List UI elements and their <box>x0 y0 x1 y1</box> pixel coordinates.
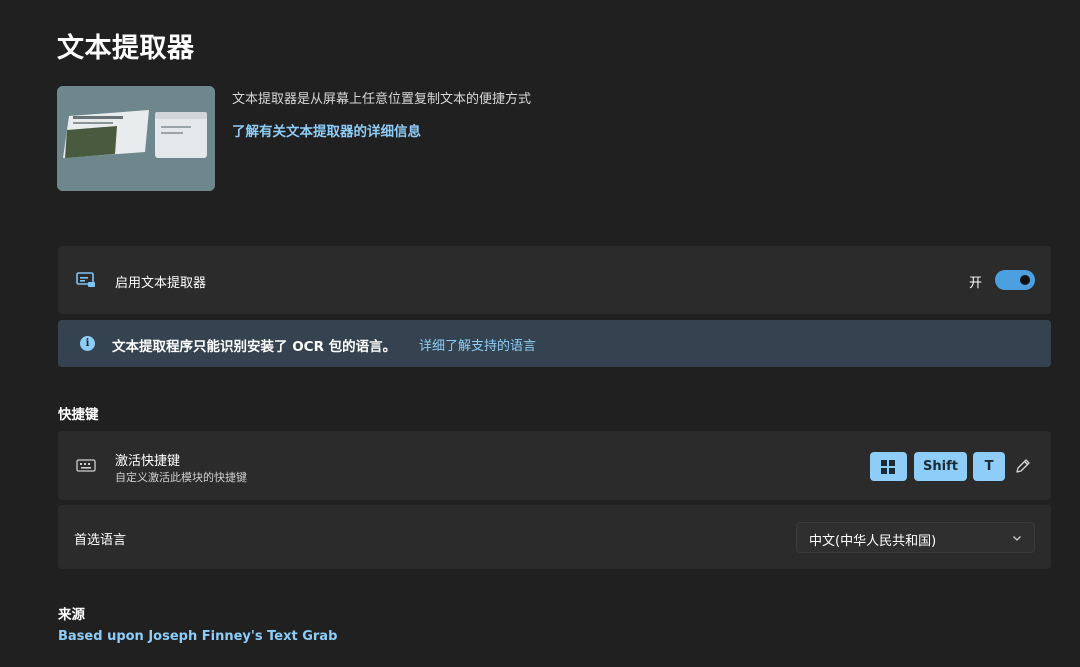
preferred-language-label: 首选语言 <box>74 533 127 548</box>
settings-page: 文本提取器 文本提取器是从屏幕上任意位置复制文本的便捷方式 了解有关文本提取器的… <box>0 0 1080 667</box>
supported-languages-link[interactable]: 详细了解支持的语言 <box>419 335 536 354</box>
preferred-language-dropdown[interactable]: 中文(中华人民共和国) <box>796 522 1035 553</box>
enable-label: 启用文本提取器 <box>115 276 207 291</box>
keyboard-icon <box>76 459 96 472</box>
windows-logo-icon <box>881 460 895 474</box>
chevron-down-icon <box>1013 536 1021 541</box>
key-windows <box>870 452 907 481</box>
key-shift: Shift <box>914 452 967 481</box>
enable-card: 启用文本提取器 开 <box>58 246 1051 314</box>
edit-pencil-icon[interactable] <box>1014 457 1032 475</box>
preferred-language-card: 首选语言 中文(中华人民共和国) <box>58 505 1051 569</box>
hero-illustration <box>57 86 215 191</box>
info-message: 文本提取程序只能识别安装了 OCR 包的语言。 <box>112 339 397 355</box>
shortcuts-section-title: 快捷键 <box>58 407 99 423</box>
toggle-knob <box>1020 275 1030 285</box>
key-t: T <box>973 452 1005 481</box>
text-extractor-icon <box>76 272 95 287</box>
text-grab-link[interactable]: Based upon Joseph Finney's Text Grab <box>58 629 337 644</box>
hero-description: 文本提取器是从屏幕上任意位置复制文本的便捷方式 <box>232 92 532 107</box>
page-title: 文本提取器 <box>57 33 195 64</box>
learn-more-link[interactable]: 了解有关文本提取器的详细信息 <box>232 120 421 140</box>
source-section-title: 来源 <box>58 607 85 623</box>
selected-language: 中文(中华人民共和国) <box>809 534 937 549</box>
activation-shortcut-card: 激活快捷键 自定义激活此模块的快捷键 Shift T <box>58 431 1051 500</box>
ocr-info-bar: i 文本提取程序只能识别安装了 OCR 包的语言。 详细了解支持的语言 <box>58 320 1051 367</box>
info-icon: i <box>80 336 95 351</box>
enable-toggle[interactable] <box>995 270 1035 290</box>
toggle-state-label: 开 <box>969 276 983 291</box>
activation-shortcut-sublabel: 自定义激活此模块的快捷键 <box>115 471 247 484</box>
activation-shortcut-label: 激活快捷键 <box>115 454 181 469</box>
